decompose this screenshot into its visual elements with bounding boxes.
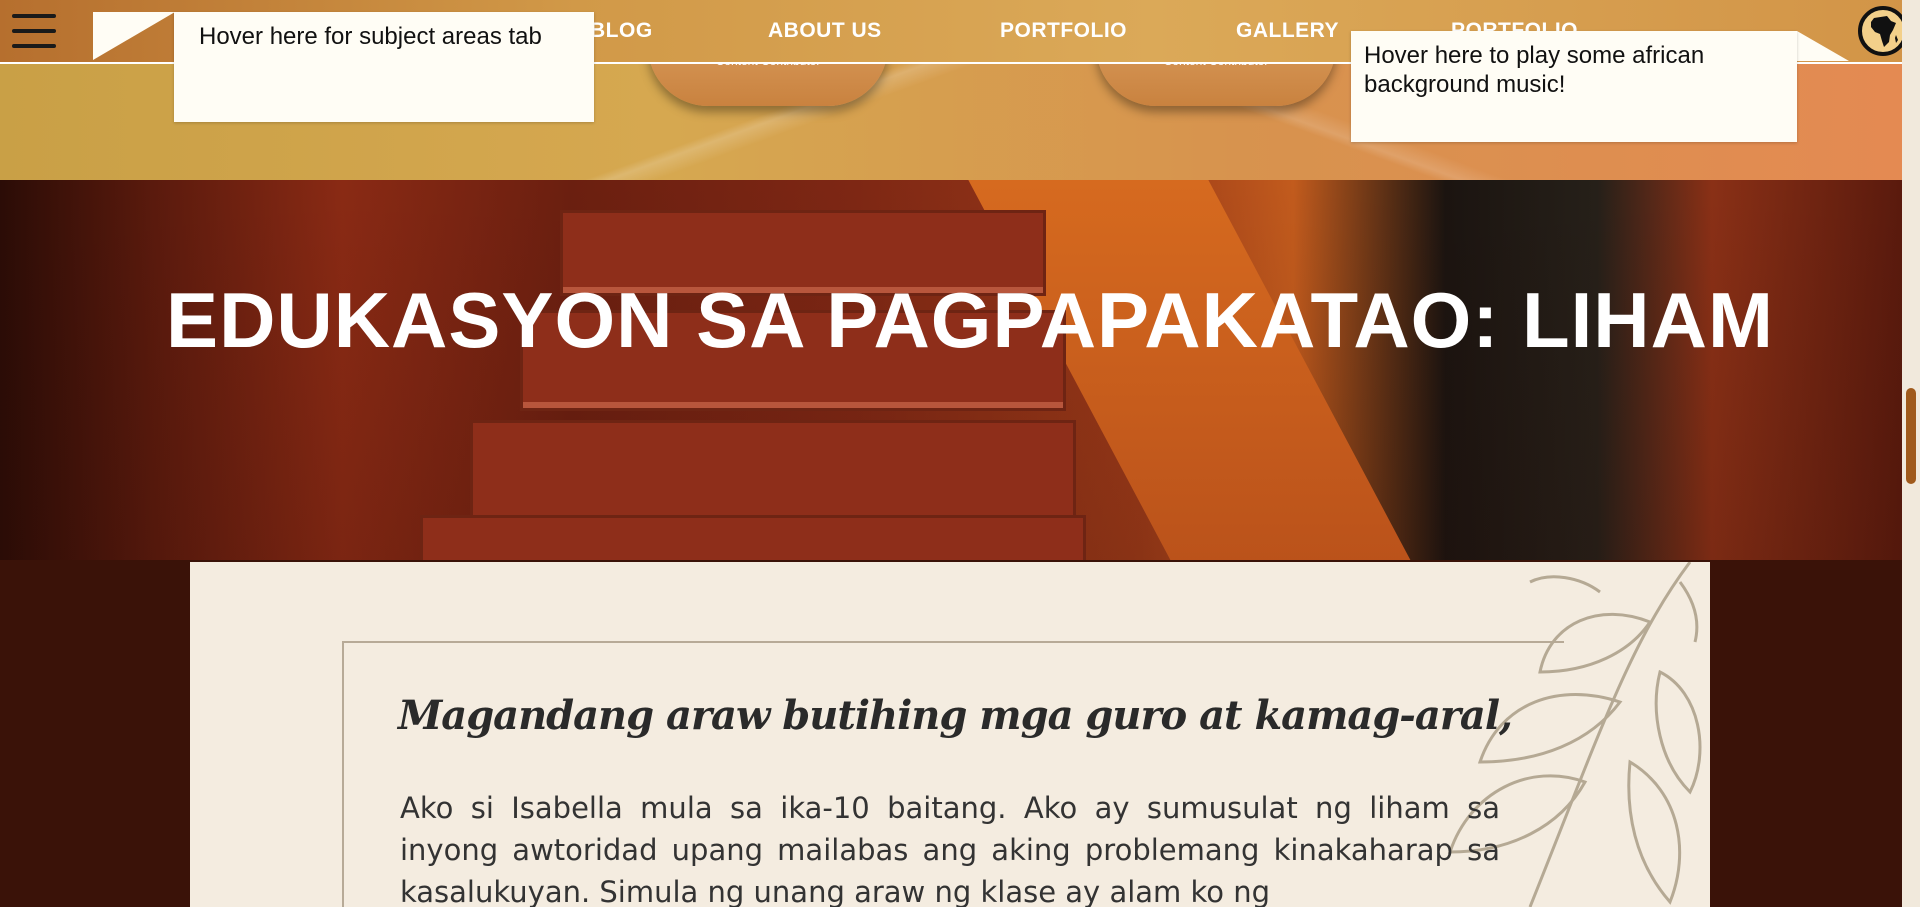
tooltip-arrow <box>93 12 175 60</box>
tooltip-arrow <box>1797 31 1849 61</box>
letter-body: Ako si Isabella mula sa ika-10 baitang. … <box>400 791 1500 907</box>
hamburger-menu-icon[interactable] <box>12 14 56 48</box>
hero-decoration <box>420 515 1086 560</box>
subject-areas-tooltip: Hover here for subject areas tab <box>174 12 594 122</box>
nav-link-portfolio[interactable]: PORTFOLIO <box>1000 19 1127 43</box>
scrollbar-thumb[interactable] <box>1906 388 1916 484</box>
page-title: EDUKASYON SA PAGPAPAKATAO: LIHAM <box>166 276 1774 364</box>
scrollbar[interactable] <box>1902 0 1920 907</box>
nav-link-gallery[interactable]: GALLERY <box>1236 19 1339 43</box>
tooltip-text: Hover here for subject areas tab <box>199 23 542 50</box>
tooltip-text: Hover here to play some african backgrou… <box>1364 42 1705 98</box>
nav-link-about-us[interactable]: ABOUT US <box>768 19 882 43</box>
nav-link-blog[interactable]: BLOG <box>590 19 653 43</box>
letter-card: Magandang araw butihing mga guro at kama… <box>190 562 1710 907</box>
letter-greeting: Magandang araw butihing mga guro at kama… <box>398 692 1513 739</box>
hero-banner <box>0 180 1902 560</box>
music-tooltip: Hover here to play some african backgrou… <box>1351 31 1797 142</box>
